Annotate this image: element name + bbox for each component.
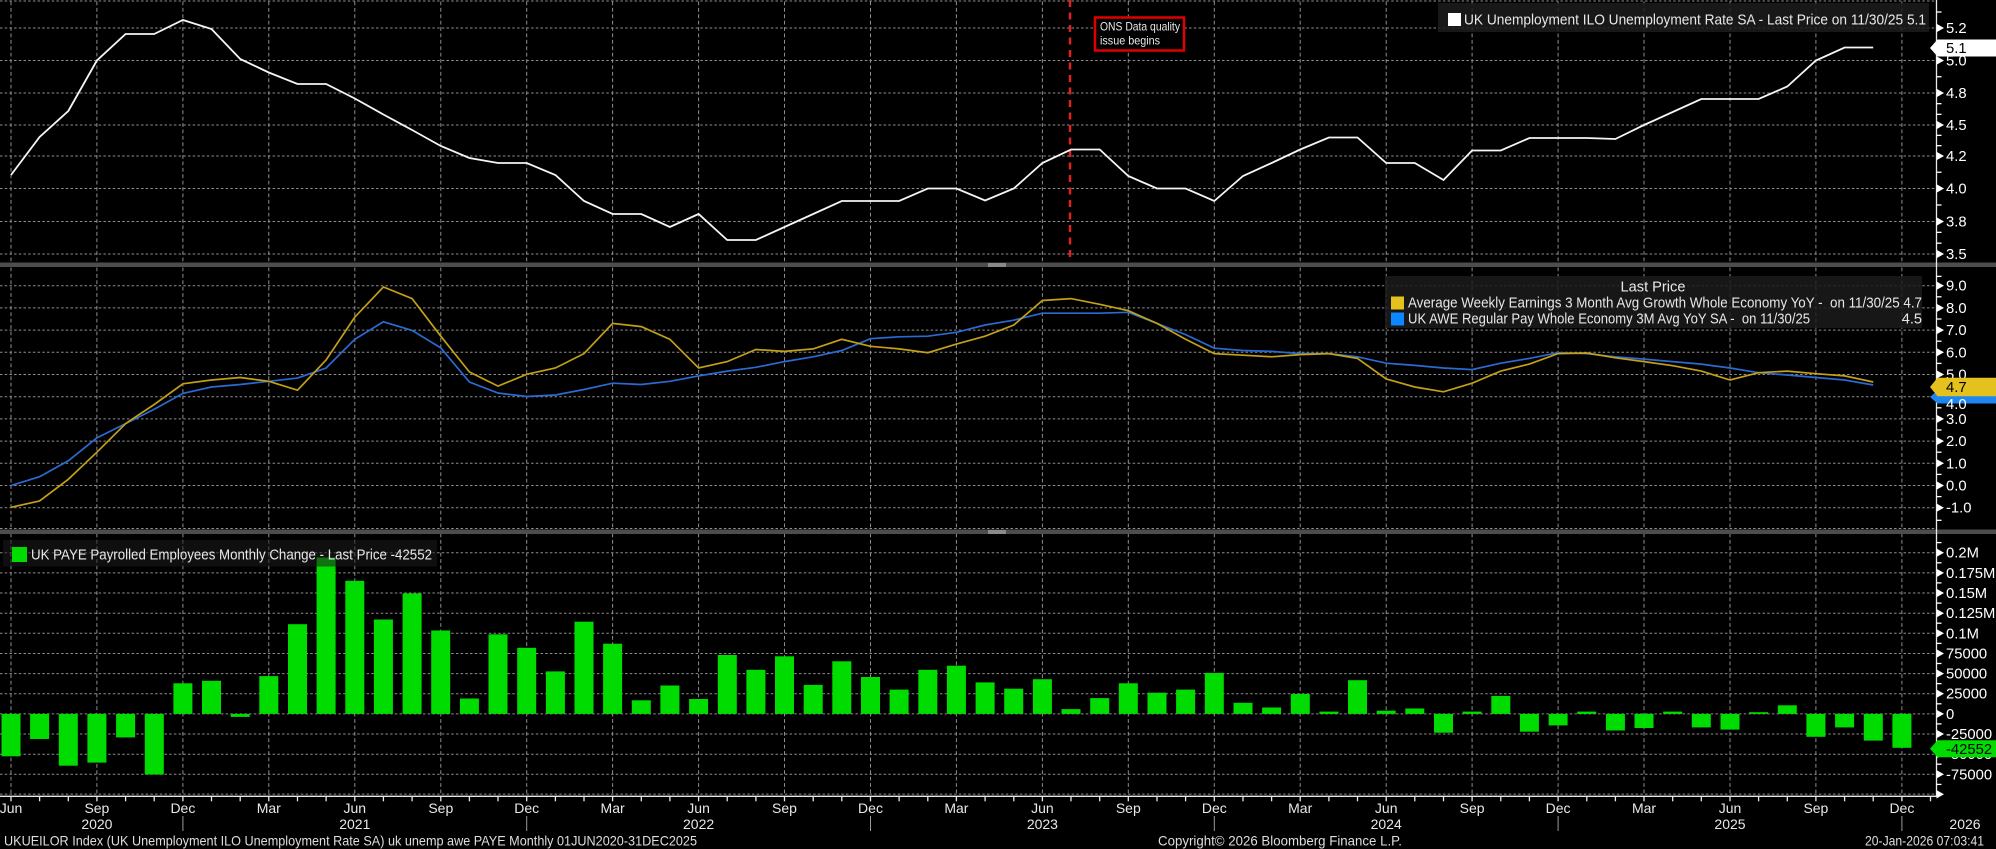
svg-text:Jun: Jun [1031,800,1054,816]
svg-text:Jun: Jun [1719,800,1742,816]
svg-text:0.0: 0.0 [1946,479,1967,495]
svg-text:3.8: 3.8 [1946,215,1967,231]
svg-text:Average Weekly Earnings 3 Mont: Average Weekly Earnings 3 Month Avg Grow… [1408,296,1922,312]
svg-text:0: 0 [1946,707,1954,723]
svg-text:Dec: Dec [1889,800,1914,816]
svg-text:4.7: 4.7 [1946,380,1967,396]
svg-text:75000: 75000 [1946,647,1987,663]
svg-text:Sep: Sep [772,800,797,816]
svg-text:4.8: 4.8 [1946,86,1967,102]
svg-text:Last Price: Last Price [1621,280,1686,296]
svg-text:4.0: 4.0 [1946,397,1967,413]
svg-text:Mar: Mar [1288,800,1312,816]
svg-text:Mar: Mar [944,800,968,816]
svg-text:2020: 2020 [81,816,112,832]
svg-text:50000: 50000 [1946,667,1987,683]
svg-text:8.0: 8.0 [1946,301,1967,317]
svg-text:-1.0: -1.0 [1946,501,1972,517]
svg-text:Dec: Dec [858,800,883,816]
svg-text:Dec: Dec [514,800,539,816]
svg-text:Jun: Jun [0,800,22,816]
svg-text:UK AWE Regular Pay Whole Econo: UK AWE Regular Pay Whole Economy 3M Avg … [1408,312,1810,328]
svg-text:Sep: Sep [1460,800,1485,816]
svg-text:UKUEILOR Index (UK Unemploymen: UKUEILOR Index (UK Unemployment ILO Unem… [4,834,697,849]
svg-text:Mar: Mar [1632,800,1656,816]
svg-text:Sep: Sep [1116,800,1141,816]
svg-text:5.1: 5.1 [1946,41,1967,57]
svg-text:1.0: 1.0 [1946,456,1967,472]
svg-text:0.175M: 0.175M [1946,566,1995,582]
svg-text:5.2: 5.2 [1946,21,1967,37]
svg-text:4.5: 4.5 [1946,118,1967,134]
svg-text:2024: 2024 [1371,816,1402,832]
svg-text:Dec: Dec [170,800,195,816]
svg-text:3.0: 3.0 [1946,412,1967,428]
svg-text:Dec: Dec [1546,800,1571,816]
svg-text:2025: 2025 [1714,816,1745,832]
svg-text:Jun: Jun [344,800,367,816]
svg-text:Mar: Mar [257,800,281,816]
svg-text:Sep: Sep [1803,800,1828,816]
svg-text:Jun: Jun [1375,800,1398,816]
svg-text:UK Unemployment ILO Unemployme: UK Unemployment ILO Unemployment Rate SA… [1464,13,1926,29]
svg-text:9.0: 9.0 [1946,279,1967,295]
svg-text:-42552: -42552 [1946,742,1992,758]
svg-text:2022: 2022 [683,816,714,832]
svg-text:2021: 2021 [339,816,370,832]
svg-text:3.5: 3.5 [1946,247,1967,263]
svg-text:Dec: Dec [1202,800,1227,816]
svg-text:4.2: 4.2 [1946,149,1967,165]
svg-text:issue begins: issue begins [1100,34,1160,48]
svg-text:0.1M: 0.1M [1946,626,1979,642]
svg-text:Sep: Sep [84,800,109,816]
svg-text:Sep: Sep [428,800,453,816]
svg-text:2.0: 2.0 [1946,434,1967,450]
svg-text:Jun: Jun [687,800,710,816]
svg-text:4.5: 4.5 [1902,312,1922,328]
svg-text:Mar: Mar [601,800,625,816]
svg-text:2026: 2026 [1949,816,1980,832]
svg-text:Copyright© 2026 Bloomberg Fina: Copyright© 2026 Bloomberg Finance L.P. [1158,834,1402,849]
svg-text:ONS Data quality: ONS Data quality [1100,20,1180,34]
svg-text:0.125M: 0.125M [1946,606,1995,622]
svg-text:UK PAYE Payrolled Employees Mo: UK PAYE Payrolled Employees Monthly Chan… [31,548,432,564]
svg-text:2023: 2023 [1027,816,1058,832]
svg-text:-75000: -75000 [1946,767,1992,783]
svg-text:4.0: 4.0 [1946,182,1967,198]
svg-text:0.2M: 0.2M [1946,546,1979,562]
svg-text:0.15M: 0.15M [1946,586,1987,602]
svg-text:25000: 25000 [1946,687,1987,703]
svg-text:7.0: 7.0 [1946,323,1967,339]
svg-text:6.0: 6.0 [1946,345,1967,361]
svg-text:20-Jan-2026 07:03:41: 20-Jan-2026 07:03:41 [1865,834,1984,849]
